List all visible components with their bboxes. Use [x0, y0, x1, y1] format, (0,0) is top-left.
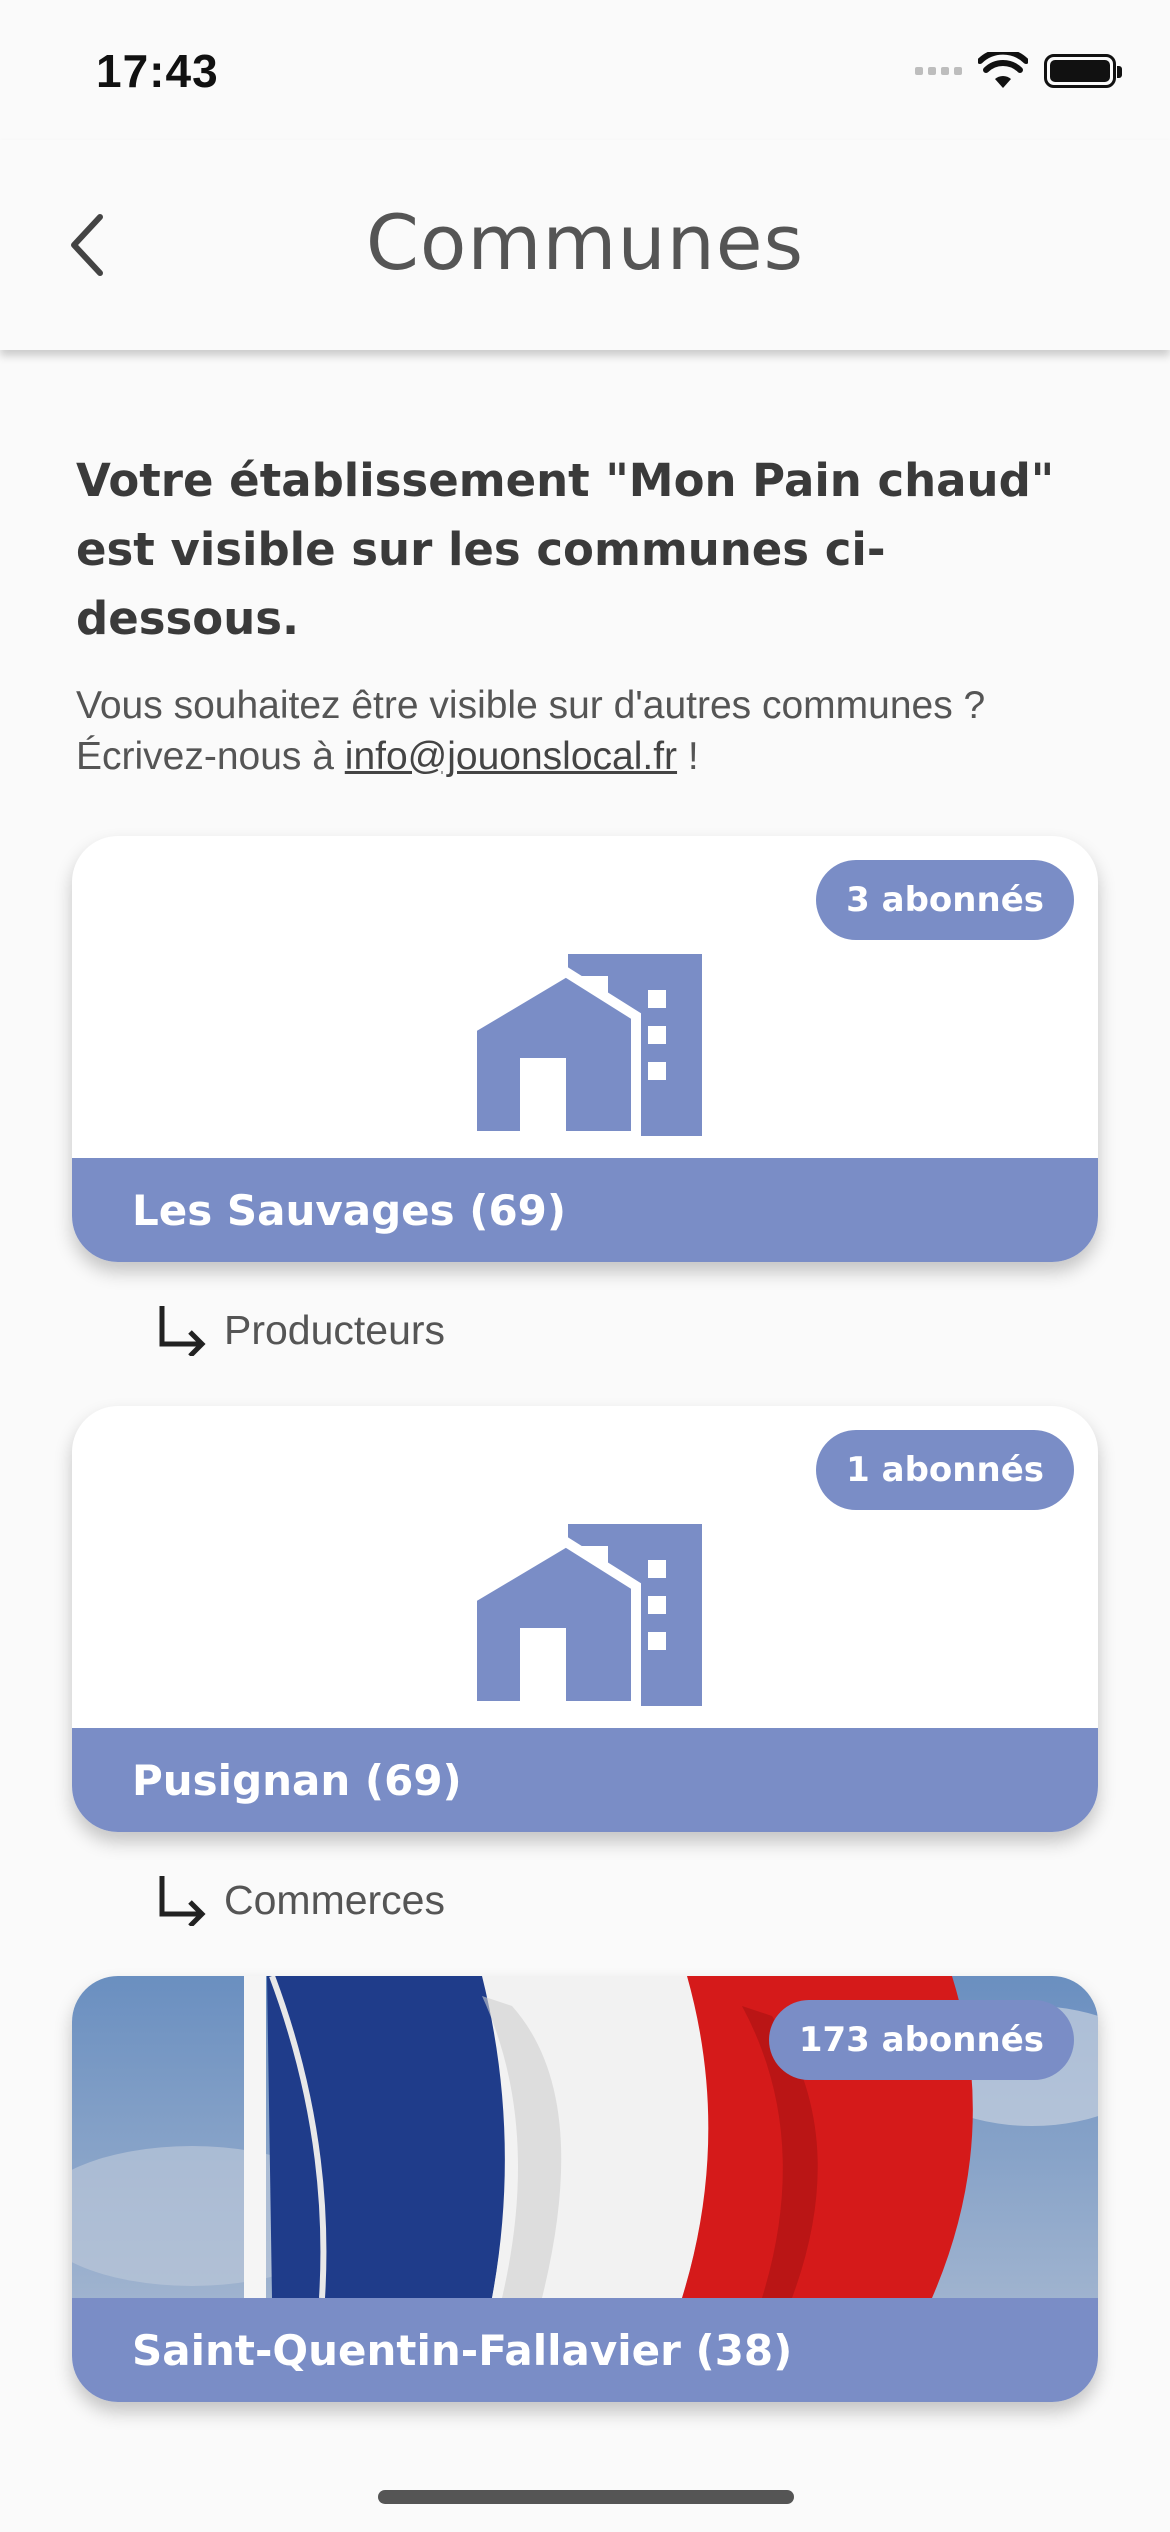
- status-icons: [915, 52, 1122, 90]
- commune-category-label: Producteurs: [224, 1306, 446, 1353]
- subscribers-badge: 1 abonnés: [816, 1430, 1074, 1510]
- commune-name: Pusignan (69): [72, 1728, 1098, 1832]
- commune-card[interactable]: 1 abonnés Pusignan (69): [72, 1406, 1098, 1832]
- subscribers-badge: 173 abonnés: [768, 2000, 1074, 2080]
- cellular-signal-icon: [915, 67, 962, 75]
- navigation-bar: Communes: [0, 140, 1170, 350]
- subscribers-badge: 3 abonnés: [816, 860, 1074, 940]
- intro-subtext-end: !: [677, 735, 699, 778]
- arrow-turn-right-icon: [159, 1876, 206, 1926]
- commune-category: Commerces: [156, 1874, 445, 1926]
- communes-content[interactable]: Votre établissement "Mon Pain chaud" est…: [0, 350, 1170, 2430]
- commune-category: Producteurs: [156, 1304, 445, 1356]
- building-icon: [472, 954, 702, 1136]
- page-title: Communes: [365, 198, 805, 287]
- contact-email-link[interactable]: info@jouonslocal.fr: [345, 735, 677, 778]
- commune-name: Les Sauvages (69): [72, 1158, 1098, 1262]
- intro-headline: Votre établissement "Mon Pain chaud" est…: [76, 454, 1055, 645]
- commune-category-label: Commerces: [224, 1876, 445, 1923]
- intro-subtext: Vous souhaitez être visible sur d'autres…: [76, 680, 1096, 782]
- status-bar: 17:43: [0, 0, 1170, 140]
- home-indicator[interactable]: [378, 2490, 794, 2504]
- wifi-icon: [978, 52, 1028, 88]
- commune-name: Saint-Quentin-Fallavier (38): [72, 2298, 1098, 2402]
- commune-card[interactable]: 173 abonnés Saint-Quentin-Fallavier (38): [72, 1976, 1098, 2402]
- arrow-turn-right-icon: [159, 1306, 206, 1356]
- building-icon: [472, 1524, 702, 1706]
- status-time: 17:43: [96, 45, 219, 97]
- battery-icon: [1044, 54, 1122, 88]
- commune-card[interactable]: 3 abonnés Les Sauvages (69): [72, 836, 1098, 1262]
